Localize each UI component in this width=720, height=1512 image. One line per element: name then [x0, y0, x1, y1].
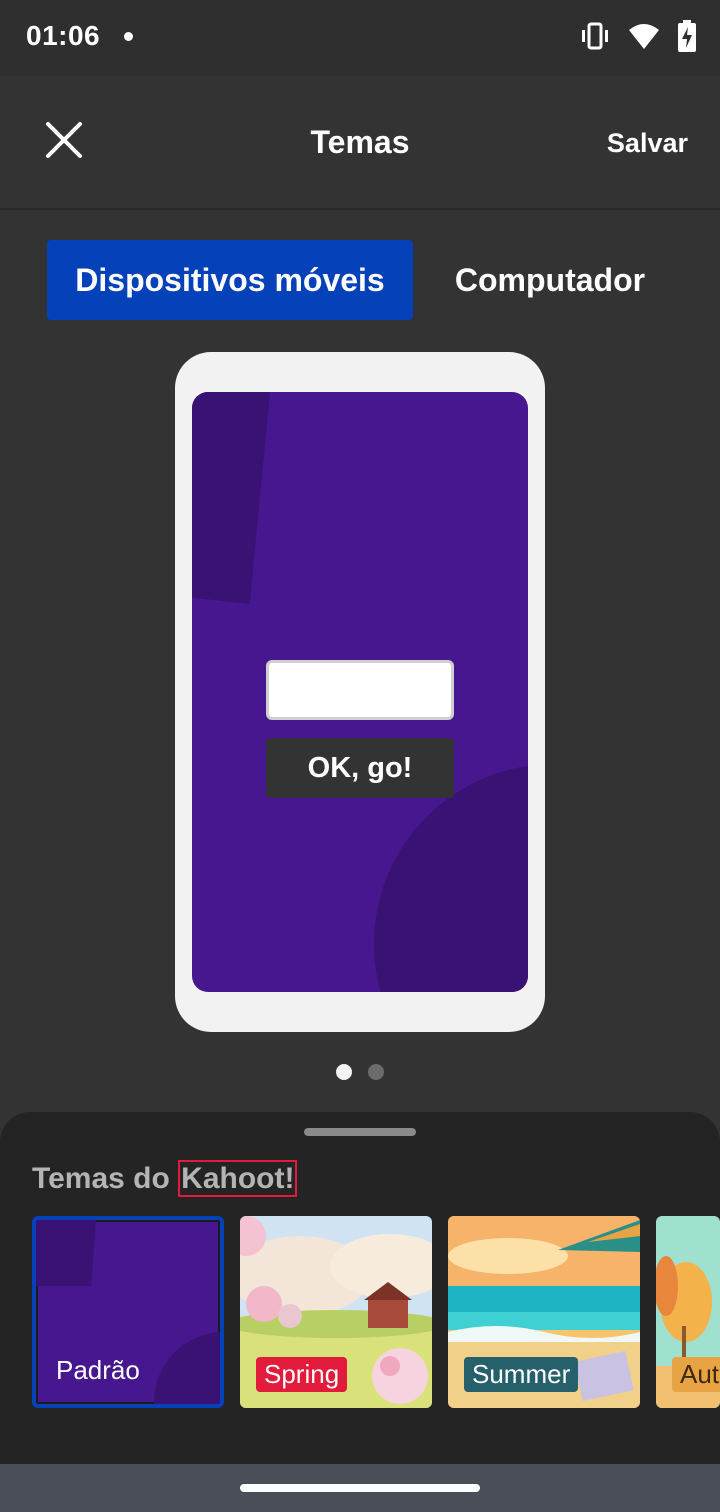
sheet-title-brand: Kahoot!: [178, 1160, 298, 1197]
theme-list[interactable]: Padrão Spring Summer Aut: [32, 1216, 720, 1408]
tab-computer[interactable]: Computador: [425, 240, 675, 320]
theme-label-padrao: Padrão: [56, 1355, 140, 1385]
status-time: 01:06: [26, 20, 101, 51]
themes-sheet: Temas do Kahoot! Padrão Spring Summer Au…: [0, 1112, 720, 1464]
theme-label-spring: Spring: [256, 1357, 348, 1392]
pager-dot-2[interactable]: [368, 1064, 384, 1080]
status-bar: 01:06: [0, 0, 720, 76]
save-button[interactable]: Salvar: [607, 128, 688, 159]
sheet-title-prefix: Temas do: [32, 1162, 179, 1195]
status-icons: [580, 20, 696, 52]
pin-input-preview: [266, 660, 454, 720]
preview-screen: OK, go!: [192, 392, 528, 992]
ok-go-button-preview: OK, go!: [266, 738, 454, 798]
vibrate-icon: [582, 22, 608, 50]
card-circle: [154, 1332, 220, 1404]
theme-card-spring[interactable]: Spring: [240, 1216, 432, 1408]
theme-label-autumn: Aut: [672, 1357, 720, 1392]
notification-dot: [124, 32, 133, 41]
wifi-icon: [629, 24, 659, 49]
system-nav-bar: [0, 1464, 720, 1512]
theme-card-autumn[interactable]: Aut: [656, 1216, 720, 1408]
battery-charging-icon: [678, 20, 696, 52]
theme-label-summer: Summer: [464, 1357, 579, 1392]
card-shape: [36, 1220, 96, 1286]
home-gesture-handle[interactable]: [240, 1484, 480, 1492]
app-bar: Temas Salvar: [0, 76, 720, 210]
sheet-drag-handle[interactable]: [304, 1128, 416, 1136]
theme-card-padrao[interactable]: Padrão: [32, 1216, 224, 1408]
tab-mobile-devices[interactable]: Dispositivos móveis: [47, 240, 413, 320]
theme-card-summer[interactable]: Summer: [448, 1216, 640, 1408]
background-shape: [192, 392, 270, 604]
background-circle: [374, 764, 528, 992]
phone-preview: OK, go!: [175, 352, 545, 1032]
preview-pager: [0, 1064, 720, 1080]
pager-dot-1[interactable]: [336, 1064, 352, 1080]
sheet-title: Temas do Kahoot!: [32, 1160, 298, 1197]
